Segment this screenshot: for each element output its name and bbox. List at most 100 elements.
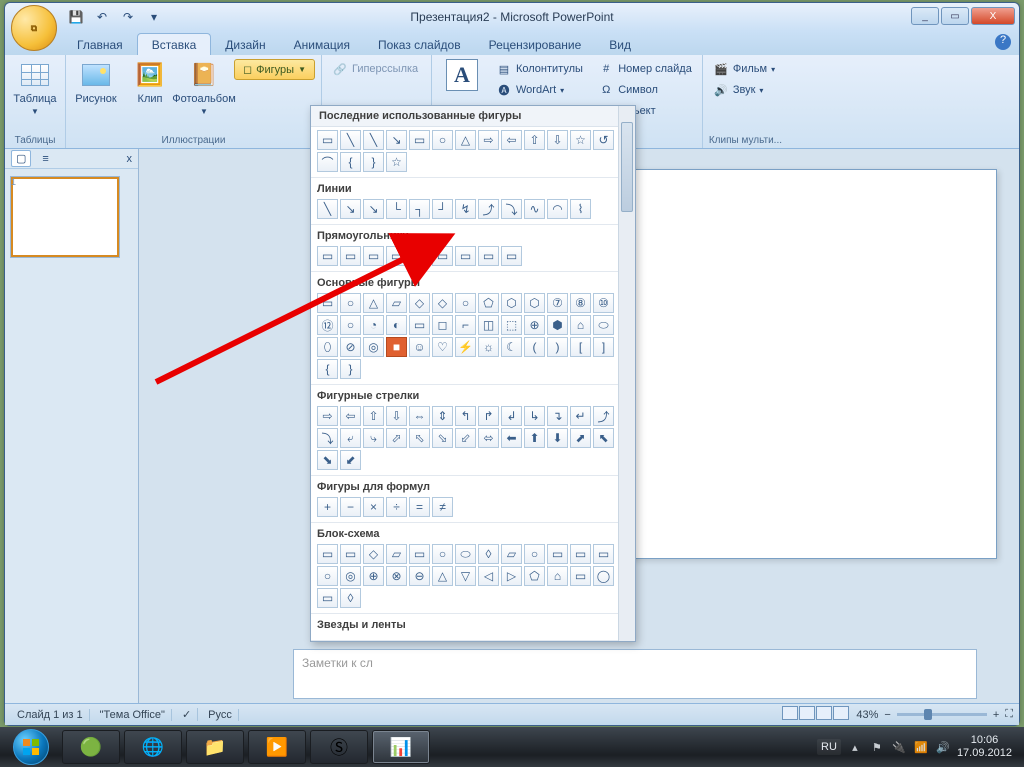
shape-item[interactable]: ↰ <box>455 406 476 426</box>
shape-item[interactable]: ▭ <box>593 544 614 564</box>
tab-review[interactable]: Рецензирование <box>475 34 596 55</box>
shape-item[interactable]: ◎ <box>340 566 361 586</box>
tab-design[interactable]: Дизайн <box>211 34 279 55</box>
shape-item[interactable]: ⊘ <box>340 337 361 357</box>
shape-item[interactable]: ☆ <box>386 152 407 172</box>
shape-item[interactable]: ⇦ <box>340 406 361 426</box>
shape-item[interactable]: = <box>409 497 430 517</box>
tray-language[interactable]: RU <box>817 739 841 755</box>
shape-item[interactable]: ↺ <box>593 130 614 150</box>
shape-item[interactable]: ▭ <box>317 588 338 608</box>
shape-item[interactable]: ▭ <box>409 246 430 266</box>
tab-view[interactable]: Вид <box>595 34 645 55</box>
shape-item[interactable]: ▱ <box>501 544 522 564</box>
table-button[interactable]: Таблица ▼ <box>11 59 59 116</box>
shape-item[interactable]: ⑧ <box>570 293 591 313</box>
shape-item[interactable]: ⬅ <box>501 428 522 448</box>
shape-item[interactable]: ╲ <box>340 130 361 150</box>
shape-item[interactable]: ⬀ <box>386 428 407 448</box>
shape-item[interactable]: ⚡ <box>455 337 476 357</box>
shape-item[interactable]: ◐ <box>386 315 407 335</box>
taskbar-ie[interactable]: 🌐 <box>124 730 182 764</box>
status-language[interactable]: Русс <box>202 709 239 721</box>
shape-item[interactable]: ⬭ <box>593 315 614 335</box>
zoom-slider[interactable] <box>897 713 987 716</box>
shape-item[interactable]: ⤴ <box>593 406 614 426</box>
shape-item[interactable]: △ <box>363 293 384 313</box>
shape-item[interactable]: ╲ <box>363 130 384 150</box>
taskbar-explorer[interactable]: 📁 <box>186 730 244 764</box>
shape-item[interactable]: ⇕ <box>432 406 453 426</box>
shape-item[interactable]: ▭ <box>317 246 338 266</box>
shape-item[interactable]: × <box>363 497 384 517</box>
tab-animation[interactable]: Анимация <box>280 34 364 55</box>
shape-item[interactable]: ◊ <box>340 588 361 608</box>
shape-item[interactable]: ▭ <box>386 246 407 266</box>
header-footer-button[interactable]: ▤Колонтитулы <box>492 59 588 79</box>
shapes-button[interactable]: ◻ Фигуры ▼ <box>234 59 315 80</box>
shape-item[interactable]: ⬉ <box>593 428 614 448</box>
shape-item[interactable]: ▭ <box>409 130 430 150</box>
shape-item[interactable]: ♡ <box>432 337 453 357</box>
symbol-button[interactable]: ΩСимвол <box>594 80 696 100</box>
shape-item[interactable]: ⇩ <box>386 406 407 426</box>
view-buttons[interactable] <box>782 706 850 723</box>
shape-item[interactable]: ⬃ <box>455 428 476 448</box>
shape-item[interactable]: └ <box>386 199 407 219</box>
shape-item[interactable]: ◇ <box>409 293 430 313</box>
shape-item[interactable]: ⑩ <box>593 293 614 313</box>
shape-item[interactable]: ⇨ <box>478 130 499 150</box>
tray-network-icon[interactable]: 📶 <box>913 739 929 755</box>
shape-item[interactable]: ◯ <box>593 566 614 586</box>
shape-item[interactable]: ▭ <box>317 293 338 313</box>
shape-item[interactable]: ☺ <box>409 337 430 357</box>
wordart-button[interactable]: 🅐WordArt▾ <box>492 80 588 100</box>
shape-item[interactable]: ↳ <box>524 406 545 426</box>
shape-item[interactable]: ⬚ <box>501 315 522 335</box>
shape-item[interactable]: { <box>340 152 361 172</box>
shape-item[interactable]: ○ <box>340 315 361 335</box>
taskbar-powerpoint[interactable]: 📊 <box>372 730 430 764</box>
shape-item[interactable]: ◫ <box>478 315 499 335</box>
shape-item[interactable]: ⑦ <box>547 293 568 313</box>
shape-item[interactable]: ⇨ <box>317 406 338 426</box>
slides-tab[interactable]: ▢ <box>11 150 31 167</box>
shape-item[interactable]: ⇩ <box>547 130 568 150</box>
photoalbum-button[interactable]: 📔Фотоальбом▼ <box>180 59 228 116</box>
shape-item[interactable]: ▭ <box>478 246 499 266</box>
shape-item[interactable]: ▭ <box>340 246 361 266</box>
shape-item[interactable]: { <box>317 359 338 379</box>
shape-item[interactable]: ⊕ <box>524 315 545 335</box>
shape-item[interactable]: ⊕ <box>363 566 384 586</box>
shape-item[interactable]: ⇧ <box>524 130 545 150</box>
maximize-button[interactable]: ▭ <box>941 7 969 25</box>
tab-home[interactable]: Главная <box>63 34 137 55</box>
minimize-button[interactable]: _ <box>911 7 939 25</box>
shape-item[interactable]: ○ <box>317 566 338 586</box>
shape-item[interactable]: ⌒ <box>317 152 338 172</box>
shape-item[interactable]: ↱ <box>478 406 499 426</box>
shape-item[interactable]: ⬄ <box>478 428 499 448</box>
shape-item[interactable]: ⬆ <box>524 428 545 448</box>
shape-item[interactable]: ☾ <box>501 337 522 357</box>
shape-item[interactable]: ┐ <box>409 199 430 219</box>
shape-item[interactable]: ⬁ <box>409 428 430 448</box>
shape-item[interactable]: ○ <box>524 544 545 564</box>
tray-power-icon[interactable]: 🔌 <box>891 739 907 755</box>
close-pane-button[interactable]: x <box>127 153 133 165</box>
shape-item[interactable]: ◇ <box>363 544 384 564</box>
shape-item[interactable]: ○ <box>432 544 453 564</box>
shape-item[interactable]: ⊖ <box>409 566 430 586</box>
tray-flag-icon[interactable]: ⚑ <box>869 739 885 755</box>
shape-item[interactable]: ◊ <box>478 544 499 564</box>
shape-item[interactable]: ☆ <box>570 130 591 150</box>
shape-item[interactable]: ⤵ <box>501 199 522 219</box>
office-button[interactable]: ⧉ <box>11 5 57 51</box>
shape-item[interactable]: ⊗ <box>386 566 407 586</box>
shape-item[interactable]: ⬭ <box>455 544 476 564</box>
shape-item[interactable]: ⌐ <box>455 315 476 335</box>
outline-tab[interactable]: ≡ <box>37 151 53 167</box>
tray-show-hidden-icon[interactable]: ▴ <box>847 739 863 755</box>
slide-thumbnail[interactable]: 1 <box>11 177 132 257</box>
shape-item[interactable]: ▭ <box>317 544 338 564</box>
